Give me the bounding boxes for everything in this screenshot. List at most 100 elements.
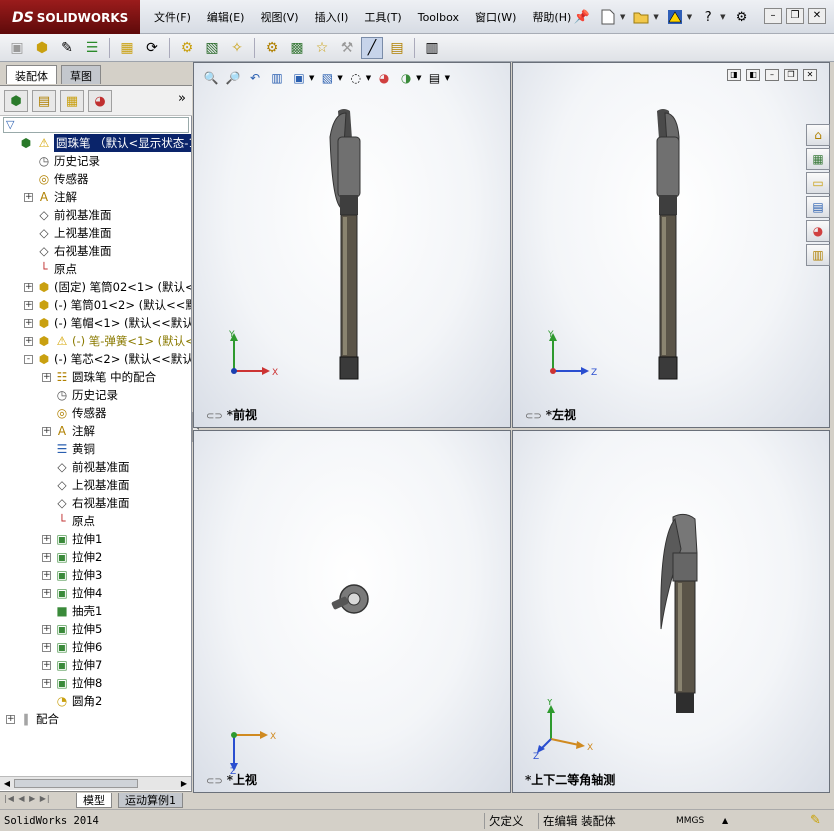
collapse-icon[interactable]: - (24, 355, 33, 364)
tree-item[interactable]: ◇ 上视基准面 (0, 476, 191, 494)
section-icon[interactable]: ▩ (286, 37, 308, 59)
pushpin-icon[interactable]: 📌 (572, 7, 592, 27)
rotate-component-icon[interactable]: ⟳ (141, 37, 163, 59)
tree-item[interactable]: + ▣ 拉伸4 (0, 584, 191, 602)
expand-icon[interactable]: + (42, 625, 51, 634)
expand-icon[interactable]: + (24, 283, 33, 292)
tree-item[interactable]: ◇ 前视基准面 (0, 206, 191, 224)
menu-insert[interactable]: 插入(I) (307, 9, 357, 27)
status-units[interactable]: MMGS (676, 813, 704, 829)
chevron-down-icon[interactable]: ▼ (687, 13, 692, 21)
minimize-button[interactable]: – (764, 8, 782, 24)
expand-icon[interactable]: + (42, 679, 51, 688)
display-pane-icon[interactable]: ☆ (311, 37, 333, 59)
expand-icon[interactable]: + (42, 643, 51, 652)
tree-item[interactable]: ☰ 黄铜 (0, 440, 191, 458)
menu-tools[interactable]: 工具(T) (356, 9, 409, 27)
tree-item[interactable]: + ▣ 拉伸3 (0, 566, 191, 584)
view-settings-icon[interactable]: ▤ (426, 69, 444, 87)
section-view-icon[interactable]: ▥ (268, 69, 286, 87)
tree-filter-input[interactable]: ▽ (3, 117, 189, 133)
tree-item[interactable]: + ⬢ (-) 笔筒01<2> (默认<<默认 (0, 296, 191, 314)
scroll-thumb[interactable] (14, 779, 138, 788)
chevron-down-icon[interactable]: ▼ (416, 74, 421, 82)
exploded-line-icon[interactable]: ✧ (226, 37, 248, 59)
tree-item[interactable]: + ☷ 圆珠笔 中的配合 (0, 368, 191, 386)
quick-tips-icon[interactable]: ✎ (810, 813, 821, 829)
link-views-icon[interactable]: ⊂⊃ (525, 411, 542, 422)
tree-item[interactable]: + ▣ 拉伸7 (0, 656, 191, 674)
edit-appearance-icon[interactable]: ◕ (375, 69, 393, 87)
tree-item[interactable]: ◔ 圆角2 (0, 692, 191, 710)
expand-icon[interactable]: + (42, 553, 51, 562)
display-style-icon[interactable]: ▧ (318, 69, 336, 87)
open-folder-icon[interactable] (631, 7, 651, 27)
viewport-left[interactable]: ◨ ◧ – ❐ ✕ Y Z ⊂⊃ *左视 (512, 62, 830, 428)
tree-horizontal-scrollbar[interactable]: ◀ ▶ (0, 776, 191, 790)
tree-item[interactable]: + A 注解 (0, 188, 191, 206)
viewport-restore-icon[interactable]: ❐ (784, 69, 798, 81)
line-icon[interactable]: ╱ (361, 36, 383, 59)
units-menu-icon[interactable]: ▲ (722, 813, 728, 829)
new-document-icon[interactable] (598, 7, 618, 27)
custom-properties-icon[interactable]: ▥ (421, 37, 443, 59)
viewport-front[interactable]: 🔍 🔎 ↶ ▥ ▣ ▼ ▧ ▼ ◌ ▼ ◕ ◑ ▼ ▤ ▼ Y X ⊂⊃ *前视 (193, 62, 511, 428)
menu-window[interactable]: 窗口(W) (467, 9, 524, 27)
solidworks-resources-icon[interactable]: ⌂ (806, 124, 830, 146)
more-tabs-icon[interactable]: » (178, 91, 186, 106)
tree-item[interactable]: + ▣ 拉伸1 (0, 530, 191, 548)
tree-item[interactable]: ◇ 右视基准面 (0, 242, 191, 260)
chevron-down-icon[interactable]: ▼ (337, 74, 342, 82)
link-views-icon[interactable]: ⊂⊃ (206, 411, 223, 422)
feature-manager-icon[interactable]: ⬢ (4, 90, 28, 112)
appearances-icon[interactable]: ◕ (806, 220, 830, 242)
expand-icon[interactable]: + (42, 589, 51, 598)
rebuild-warning-icon[interactable] (665, 7, 685, 27)
viewport-isometric[interactable]: Y X Z *上下二等角轴测 (512, 430, 830, 793)
previous-view-icon[interactable]: ↶ (246, 69, 264, 87)
tree-item[interactable]: ⬢ ⚠ 圆珠笔 （默认<显示状态-1>） (0, 134, 191, 152)
scroll-right-icon[interactable]: ▶ (178, 778, 190, 790)
assembly-icon[interactable]: ⬢ (31, 37, 53, 59)
tree-item[interactable]: + ▣ 拉伸2 (0, 548, 191, 566)
expand-icon[interactable]: + (24, 193, 33, 202)
design-library-icon[interactable]: ▦ (806, 148, 830, 170)
hide-show-icon[interactable]: ◌ (347, 69, 365, 87)
tree-item[interactable]: ■ 抽壳1 (0, 602, 191, 620)
expand-icon[interactable]: + (6, 715, 15, 724)
tree-item[interactable]: + A 注解 (0, 422, 191, 440)
insert-component-icon[interactable]: ✎ (56, 37, 78, 59)
tree-item[interactable]: ◇ 右视基准面 (0, 494, 191, 512)
chevron-down-icon[interactable]: ▼ (720, 13, 725, 21)
chevron-down-icon[interactable]: ▼ (309, 74, 314, 82)
help-icon[interactable]: ? (698, 7, 718, 27)
apply-scene-icon[interactable]: ◑ (397, 69, 415, 87)
tree-item[interactable]: + ▣ 拉伸5 (0, 620, 191, 638)
move-component-icon[interactable]: ▦ (116, 37, 138, 59)
viewport-top[interactable]: Z X ⊂⊃ *上视 (193, 430, 511, 793)
menu-toolbox[interactable]: Toolbox (410, 9, 467, 27)
config-manager-icon[interactable]: ▦ (60, 90, 84, 112)
tree-item[interactable]: ◇ 上视基准面 (0, 224, 191, 242)
tree-item[interactable]: ◷ 历史记录 (0, 152, 191, 170)
zoom-to-fit-icon[interactable]: 🔍 (202, 69, 220, 87)
tree-item[interactable]: ◷ 历史记录 (0, 386, 191, 404)
expand-icon[interactable]: + (42, 427, 51, 436)
zoom-area-icon[interactable]: 🔎 (224, 69, 242, 87)
expand-icon[interactable]: + (42, 535, 51, 544)
expand-icon[interactable]: + (42, 571, 51, 580)
tree-item[interactable]: + ⬢ ⚠ (-) 笔-弹簧<1> (默认<<默 (0, 332, 191, 350)
view-palette-icon[interactable]: ▤ (806, 196, 830, 218)
solidworks-logo[interactable]: DS SOLIDWORKS (0, 0, 140, 34)
restore-button[interactable]: ❐ (786, 8, 804, 24)
tab-assembly[interactable]: 装配体 (6, 65, 57, 84)
viewport-prev-icon[interactable]: ◨ (727, 69, 741, 81)
chevron-down-icon[interactable]: ▼ (445, 74, 450, 82)
tree-item[interactable]: + ⬢ (-) 笔帽<1> (默认<<默认>_ (0, 314, 191, 332)
menu-view[interactable]: 视图(V) (252, 9, 306, 27)
instant3d-icon[interactable]: ⚒ (336, 37, 358, 59)
view-orientation-icon[interactable]: ▣ (290, 69, 308, 87)
tab-nav-arrows-icon[interactable]: |◀ ◀ ▶ ▶| (4, 794, 51, 803)
tab-model[interactable]: 模型 (76, 793, 112, 808)
expand-icon[interactable]: + (24, 301, 33, 310)
